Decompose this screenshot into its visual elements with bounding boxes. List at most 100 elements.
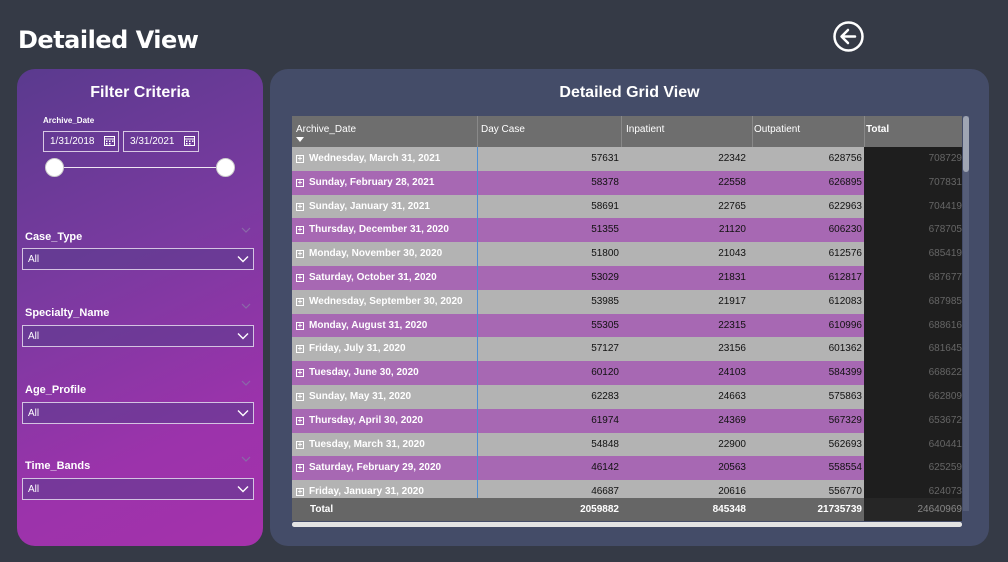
table-row[interactable]: + Friday, July 31, 2020 57127 23156 601362 68… <box>292 337 962 362</box>
calendar-icon[interactable] <box>184 135 195 146</box>
row-date: Saturday, October 31, 2020 <box>309 271 437 283</box>
total-row-label: Total <box>310 504 334 515</box>
row-day-case: 51800 <box>591 248 619 260</box>
column-header-day-case[interactable]: Day Case <box>481 124 525 135</box>
expand-plus-icon[interactable]: + <box>296 250 304 259</box>
table-row[interactable]: + Wednesday, September 30, 2020 53985 21917… <box>292 289 962 314</box>
row-date: Tuesday, March 31, 2020 <box>309 438 425 450</box>
row-date-cell: + Saturday, October 31, 2020 <box>296 272 437 283</box>
row-day-case: 54848 <box>591 438 619 450</box>
start-date-input[interactable]: 1/31/2018 <box>43 131 119 152</box>
date-range-start-handle[interactable] <box>45 158 64 177</box>
row-outpatient: 626895 <box>828 176 862 188</box>
expand-plus-icon[interactable]: + <box>296 488 304 497</box>
table-row[interactable]: + Tuesday, June 30, 2020 60120 24103 584399 6… <box>292 361 962 385</box>
table-row[interactable]: + Saturday, October 31, 2020 53029 21831 612… <box>292 265 962 290</box>
expand-plus-icon[interactable]: + <box>296 416 304 425</box>
vertical-scrollbar[interactable] <box>963 116 969 511</box>
expand-plus-icon[interactable]: + <box>296 202 304 211</box>
scrollbar-thumb[interactable] <box>292 522 962 527</box>
expand-plus-icon[interactable]: + <box>296 392 304 401</box>
specialty-name-dropdown[interactable]: All <box>22 325 254 347</box>
chevron-down-icon[interactable] <box>241 456 251 462</box>
column-header-total[interactable]: Total <box>866 124 889 135</box>
column-divider <box>477 289 478 314</box>
table-row[interactable]: + Monday, August 31, 2020 55305 22315 610996… <box>292 313 962 338</box>
column-divider <box>477 116 478 147</box>
chevron-down-icon[interactable] <box>241 303 251 309</box>
expand-plus-icon[interactable]: + <box>296 155 304 163</box>
row-total-cell: 678705 <box>864 218 962 243</box>
column-divider <box>477 361 478 385</box>
table-row[interactable]: + Thursday, April 30, 2020 61974 24369 56732… <box>292 408 962 433</box>
sort-descending-icon <box>296 137 304 142</box>
row-day-case: 55305 <box>591 319 619 331</box>
table-row[interactable]: + Wednesday, March 31, 2021 57631 22342 6287… <box>292 147 962 171</box>
row-outpatient: 606230 <box>828 224 862 236</box>
column-header-outpatient[interactable]: Outpatient <box>754 124 800 135</box>
table-row[interactable]: + Sunday, May 31, 2020 62283 24663 575863 662… <box>292 384 962 409</box>
row-outpatient: 575863 <box>828 390 862 402</box>
date-range-end-handle[interactable] <box>216 158 235 177</box>
end-date-input[interactable]: 3/31/2021 <box>123 131 199 152</box>
time-bands-dropdown[interactable]: All <box>22 478 254 500</box>
row-total: 653672 <box>928 414 962 426</box>
grid-panel: Detailed Grid View Archive_Date Day Case… <box>270 69 989 546</box>
row-inpatient: 24103 <box>718 367 746 379</box>
column-divider <box>477 456 478 481</box>
column-header-archive-date[interactable]: Archive_Date <box>296 124 356 142</box>
row-total: 681645 <box>928 343 962 355</box>
row-total: 678705 <box>928 224 962 236</box>
age-profile-value: All <box>28 408 40 419</box>
table-row[interactable]: + Tuesday, March 31, 2020 54848 22900 562693… <box>292 432 962 457</box>
column-divider <box>477 170 478 195</box>
date-range-slider-track[interactable] <box>55 167 225 168</box>
row-day-case: 53029 <box>591 271 619 283</box>
column-divider <box>477 337 478 362</box>
expand-plus-icon[interactable]: + <box>296 273 304 282</box>
row-inpatient: 24663 <box>718 390 746 402</box>
scrollbar-thumb[interactable] <box>963 116 969 172</box>
expand-plus-icon[interactable]: + <box>296 345 304 354</box>
row-inpatient: 24369 <box>718 414 746 426</box>
row-inpatient: 22558 <box>718 176 746 188</box>
table-row[interactable]: + Saturday, February 29, 2020 46142 20563 55… <box>292 456 962 481</box>
table-row[interactable]: + Monday, November 30, 2020 51800 21043 6125… <box>292 242 962 266</box>
expand-plus-icon[interactable]: + <box>296 321 304 330</box>
chevron-down-icon[interactable] <box>241 227 251 233</box>
expand-plus-icon[interactable]: + <box>296 178 304 187</box>
table-row[interactable]: + Sunday, February 28, 2021 58378 22558 6268… <box>292 170 962 195</box>
chevron-down-icon[interactable] <box>241 380 251 386</box>
specialty-name-value: All <box>28 331 40 342</box>
start-date-value: 1/31/2018 <box>50 136 95 147</box>
row-total: 704419 <box>928 200 962 212</box>
archive-date-label: Archive_Date <box>43 116 95 125</box>
expand-plus-icon[interactable]: + <box>296 226 304 235</box>
chevron-down-icon <box>237 410 249 417</box>
row-total-cell: 625259 <box>864 456 962 481</box>
column-divider <box>477 408 478 433</box>
horizontal-scrollbar[interactable] <box>292 522 962 527</box>
row-total: 685419 <box>928 248 962 260</box>
row-inpatient: 22900 <box>718 438 746 450</box>
row-total-cell: 688616 <box>864 313 962 338</box>
expand-plus-icon[interactable]: + <box>296 369 304 378</box>
calendar-icon[interactable] <box>104 135 115 146</box>
row-date-cell: + Monday, August 31, 2020 <box>296 320 427 331</box>
row-total: 662809 <box>928 390 962 402</box>
table-row[interactable]: + Thursday, December 31, 2020 51355 21120 60… <box>292 218 962 243</box>
column-header-inpatient[interactable]: Inpatient <box>626 124 664 135</box>
expand-plus-icon[interactable]: + <box>296 297 304 306</box>
case-type-value: All <box>28 254 40 265</box>
row-day-case: 61974 <box>591 414 619 426</box>
total-inpatient: 845348 <box>712 504 746 515</box>
table-row[interactable]: + Sunday, January 31, 2021 58691 22765 62296… <box>292 194 962 219</box>
row-outpatient: 612576 <box>828 248 862 260</box>
case-type-dropdown[interactable]: All <box>22 248 254 270</box>
row-total-cell: 640441 <box>864 432 962 457</box>
row-total-cell: 685419 <box>864 242 962 266</box>
expand-plus-icon[interactable]: + <box>296 440 304 449</box>
age-profile-dropdown[interactable]: All <box>22 402 254 424</box>
expand-plus-icon[interactable]: + <box>296 464 304 473</box>
arrow-left-circle-icon[interactable] <box>832 20 865 53</box>
